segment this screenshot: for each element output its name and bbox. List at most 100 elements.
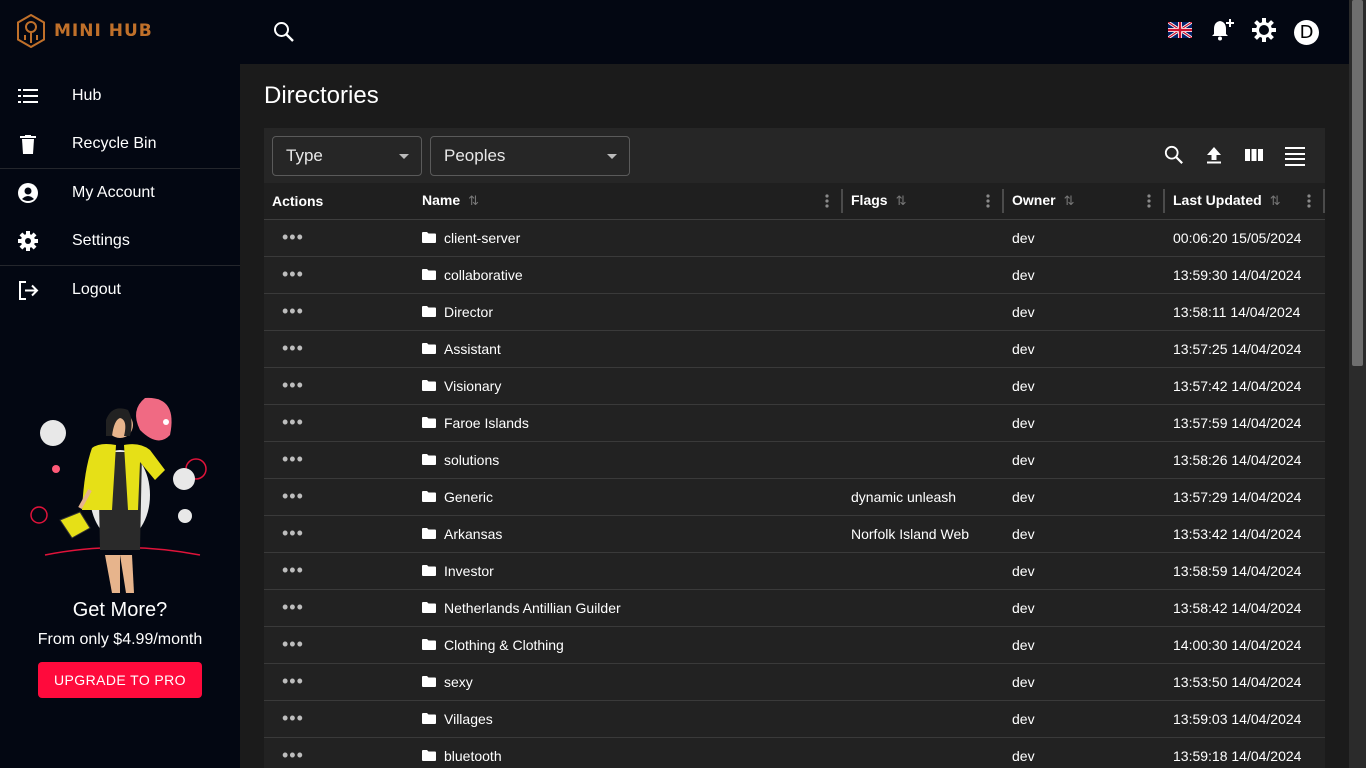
table-row[interactable]: ••• client-server dev 00:06:20 15/05/2024 xyxy=(264,219,1325,257)
table-row[interactable]: ••• Visionary dev 13:57:42 14/04/2024 xyxy=(264,367,1325,405)
column-menu-icon[interactable] xyxy=(1307,194,1311,208)
directory-name[interactable]: Investor xyxy=(444,563,494,579)
directory-name[interactable]: Director xyxy=(444,304,493,320)
name-cell[interactable]: client-server xyxy=(414,219,843,257)
name-cell[interactable]: Netherlands Antillian Guilder xyxy=(414,589,843,627)
name-cell[interactable]: collaborative xyxy=(414,256,843,294)
table-row[interactable]: ••• Clothing & Clothing dev 14:00:30 14/04/… xyxy=(264,626,1325,664)
directory-name[interactable]: Arkansas xyxy=(444,526,502,542)
directory-name[interactable]: Visionary xyxy=(444,378,501,394)
row-actions-button[interactable]: ••• xyxy=(264,219,414,257)
column-header-owner[interactable]: Owner ⇅ xyxy=(1004,183,1165,220)
directory-name[interactable]: Villages xyxy=(444,711,493,727)
table-row[interactable]: ••• sexy dev 13:53:50 14/04/2024 xyxy=(264,663,1325,701)
name-cell[interactable]: Villages xyxy=(414,700,843,738)
column-header-last-updated[interactable]: Last Updated ⇅ xyxy=(1165,183,1325,220)
sidebar-item-my-account[interactable]: My Account xyxy=(0,169,240,217)
vertical-scrollbar[interactable] xyxy=(1349,0,1366,768)
row-actions-button[interactable]: ••• xyxy=(264,404,414,442)
row-actions-button[interactable]: ••• xyxy=(264,552,414,590)
sort-icon[interactable]: ⇅ xyxy=(1064,193,1075,209)
sidebar-item-logout[interactable]: Logout xyxy=(0,266,240,314)
type-filter-select[interactable]: Type xyxy=(272,136,422,176)
notification-add-icon[interactable] xyxy=(1210,18,1234,47)
directory-name[interactable]: Assistant xyxy=(444,341,501,357)
column-menu-icon[interactable] xyxy=(1147,194,1151,208)
row-actions-button[interactable]: ••• xyxy=(264,737,414,768)
sidebar-item-recycle-bin[interactable]: Recycle Bin xyxy=(0,120,240,168)
row-actions-button[interactable]: ••• xyxy=(264,515,414,553)
upgrade-to-pro-button[interactable]: UPGRADE TO PRO xyxy=(38,662,202,698)
table-row[interactable]: ••• Assistant dev 13:57:25 14/04/2024 xyxy=(264,330,1325,368)
row-actions-button[interactable]: ••• xyxy=(264,441,414,479)
folder-icon xyxy=(422,637,436,653)
sidebar-item-label: Recycle Bin xyxy=(72,135,157,152)
table-row[interactable]: ••• Investor dev 13:58:59 14/04/2024 xyxy=(264,552,1325,590)
density-icon[interactable] xyxy=(1284,145,1307,168)
directory-name[interactable]: collaborative xyxy=(444,267,523,283)
column-menu-icon[interactable] xyxy=(986,194,990,208)
scrollbar-thumb[interactable] xyxy=(1352,0,1363,366)
upload-icon[interactable] xyxy=(1204,145,1227,168)
table-row[interactable]: ••• Villages dev 13:59:03 14/04/2024 xyxy=(264,700,1325,738)
peoples-filter-select[interactable]: Peoples xyxy=(430,136,630,176)
row-actions-button[interactable]: ••• xyxy=(264,700,414,738)
name-cell[interactable]: Clothing & Clothing xyxy=(414,626,843,664)
column-header-flags[interactable]: Flags ⇅ xyxy=(843,183,1004,220)
name-cell[interactable]: sexy xyxy=(414,663,843,701)
name-cell[interactable]: Director xyxy=(414,293,843,331)
sort-icon[interactable]: ⇅ xyxy=(468,193,479,209)
name-cell[interactable]: bluetooth xyxy=(414,737,843,768)
table-row[interactable]: ••• Arkansas Norfolk Island Web dev 13:53:42… xyxy=(264,515,1325,553)
avatar[interactable]: D xyxy=(1294,20,1319,45)
sort-icon[interactable]: ⇅ xyxy=(1270,193,1281,209)
view-column-icon[interactable] xyxy=(1244,145,1267,168)
uk-flag-icon[interactable] xyxy=(1167,20,1193,43)
flags-cell xyxy=(843,367,1004,405)
owner-cell: dev xyxy=(1004,663,1165,701)
table-row[interactable]: ••• Netherlands Antillian Guilder dev 13:58… xyxy=(264,589,1325,627)
name-cell[interactable]: Assistant xyxy=(414,330,843,368)
name-cell[interactable]: Investor xyxy=(414,552,843,590)
row-actions-button[interactable]: ••• xyxy=(264,663,414,701)
table-row[interactable]: ••• Generic dynamic unleash dev 13:57:29 14/… xyxy=(264,478,1325,516)
table-row[interactable]: ••• Faroe Islands dev 13:57:59 14/04/2024 xyxy=(264,404,1325,442)
row-actions-button[interactable]: ••• xyxy=(264,367,414,405)
table-row[interactable]: ••• collaborative dev 13:59:30 14/04/2024 xyxy=(264,256,1325,294)
row-actions-button[interactable]: ••• xyxy=(264,626,414,664)
column-resize-handle[interactable] xyxy=(1323,189,1325,213)
row-actions-button[interactable]: ••• xyxy=(264,256,414,294)
flags-cell xyxy=(843,552,1004,590)
table-row[interactable]: ••• bluetooth dev 13:59:18 14/04/2024 xyxy=(264,737,1325,768)
table-row[interactable]: ••• solutions dev 13:58:26 14/04/2024 xyxy=(264,441,1325,479)
sidebar-item-label: Hub xyxy=(72,87,102,104)
column-menu-icon[interactable] xyxy=(825,194,829,208)
search-icon[interactable] xyxy=(1164,145,1187,168)
sidebar-item-settings[interactable]: Settings xyxy=(0,217,240,265)
app-logo[interactable]: MINI HUB xyxy=(16,14,153,48)
directory-name[interactable]: client-server xyxy=(444,230,520,246)
toolbar-actions xyxy=(1164,145,1307,168)
name-cell[interactable]: Generic xyxy=(414,478,843,516)
directory-name[interactable]: solutions xyxy=(444,452,499,468)
directory-name[interactable]: sexy xyxy=(444,674,473,690)
row-actions-button[interactable]: ••• xyxy=(264,478,414,516)
row-actions-button[interactable]: ••• xyxy=(264,589,414,627)
search-icon[interactable] xyxy=(273,21,295,43)
directory-name[interactable]: bluetooth xyxy=(444,748,502,764)
brightness-icon[interactable] xyxy=(1252,18,1276,47)
directory-name[interactable]: Generic xyxy=(444,489,493,505)
directory-name[interactable]: Netherlands Antillian Guilder xyxy=(444,600,621,616)
name-cell[interactable]: Faroe Islands xyxy=(414,404,843,442)
directory-name[interactable]: Faroe Islands xyxy=(444,415,529,431)
row-actions-button[interactable]: ••• xyxy=(264,293,414,331)
table-row[interactable]: ••• Director dev 13:58:11 14/04/2024 xyxy=(264,293,1325,331)
sidebar-item-hub[interactable]: Hub xyxy=(0,72,240,120)
row-actions-button[interactable]: ••• xyxy=(264,330,414,368)
sort-icon[interactable]: ⇅ xyxy=(896,193,907,209)
column-header-name[interactable]: Name ⇅ xyxy=(414,183,843,220)
name-cell[interactable]: solutions xyxy=(414,441,843,479)
name-cell[interactable]: Visionary xyxy=(414,367,843,405)
name-cell[interactable]: Arkansas xyxy=(414,515,843,553)
directory-name[interactable]: Clothing & Clothing xyxy=(444,637,564,653)
